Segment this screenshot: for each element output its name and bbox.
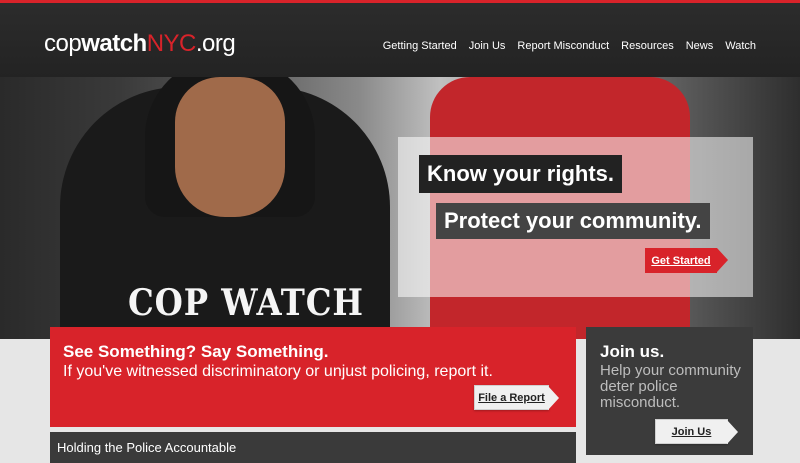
hero-headline-community: Protect your community. bbox=[436, 203, 710, 239]
nav-join-us[interactable]: Join Us bbox=[469, 40, 506, 52]
nav-watch[interactable]: Watch bbox=[725, 40, 756, 52]
site-logo[interactable]: copwatchNYC.org bbox=[44, 30, 236, 58]
site-header: copwatchNYC.org Getting Started Join Us … bbox=[0, 3, 800, 77]
logo-prefix: cop bbox=[44, 30, 82, 57]
report-subtitle: If you've witnessed discriminatory or un… bbox=[63, 363, 493, 380]
hero-person-face bbox=[175, 77, 285, 217]
logo-suffix: .org bbox=[195, 30, 236, 57]
nav-report-misconduct[interactable]: Report Misconduct bbox=[517, 40, 609, 52]
hero-headline-rights: Know your rights. bbox=[419, 155, 622, 193]
hero-shirt-text: COP WATCH bbox=[128, 282, 364, 324]
nav-getting-started[interactable]: Getting Started bbox=[383, 40, 457, 52]
hero-banner: COP WATCH Know your rights. Protect your… bbox=[0, 77, 800, 339]
get-started-button[interactable]: Get Started bbox=[645, 248, 728, 273]
file-report-button[interactable]: File a Report bbox=[474, 385, 559, 410]
join-text: Help your community deter police miscond… bbox=[600, 362, 741, 411]
nav-news[interactable]: News bbox=[686, 40, 714, 52]
report-title: See Something? Say Something. bbox=[63, 342, 329, 361]
section-header: Holding the Police Accountable bbox=[50, 432, 576, 463]
main-nav: Getting Started Join Us Report Misconduc… bbox=[383, 40, 756, 52]
join-title: Join us. bbox=[600, 342, 665, 361]
report-panel: See Something? Say Something. If you've … bbox=[50, 327, 576, 427]
join-panel: Join us. Help your community deter polic… bbox=[586, 327, 753, 455]
nav-resources[interactable]: Resources bbox=[621, 40, 674, 52]
logo-city: NYC bbox=[146, 30, 197, 57]
section-title: Holding the Police Accountable bbox=[57, 440, 237, 455]
logo-bold: watch bbox=[81, 30, 147, 57]
join-us-button[interactable]: Join Us bbox=[655, 419, 738, 444]
